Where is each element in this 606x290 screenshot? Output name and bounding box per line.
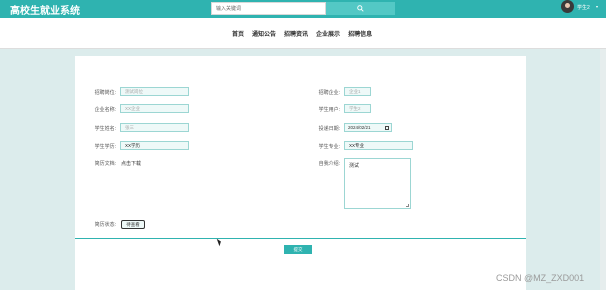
- label-submit-date: 投递日期:: [318, 126, 340, 132]
- label-education: 学生学历:: [94, 144, 116, 150]
- site-title: 高校生就业系统: [10, 6, 80, 17]
- top-bar: 高校生就业系统 学生2 ▾: [0, 0, 606, 18]
- nav-item-recruit-info[interactable]: 招聘信息: [348, 29, 372, 38]
- label-major: 学生专业:: [318, 144, 340, 150]
- watermark: CSDN @MZ_ZXD001: [496, 273, 585, 283]
- calendar-icon[interactable]: [385, 126, 389, 130]
- main-nav: 首页 通知公告 招聘资讯 企业展示 招聘信息: [0, 18, 606, 49]
- student-name-field[interactable]: [120, 123, 189, 132]
- label-resume-status: 简历状态:: [94, 222, 116, 228]
- label-hiring-company: 招聘企业:: [318, 90, 340, 96]
- avatar[interactable]: [561, 0, 574, 13]
- search-icon: [357, 5, 364, 12]
- nav-item-notices[interactable]: 通知公告: [252, 29, 276, 38]
- label-student-user: 学生用户:: [318, 107, 340, 113]
- label-student-name: 学生姓名:: [94, 126, 116, 132]
- hiring-company-field[interactable]: [344, 87, 371, 96]
- scrollbar[interactable]: [600, 49, 606, 290]
- nav-item-home[interactable]: 首页: [232, 29, 244, 38]
- nav-item-companies[interactable]: 企业展示: [316, 29, 340, 38]
- search-input[interactable]: [211, 2, 326, 15]
- self-intro-textarea[interactable]: 测试: [344, 158, 411, 209]
- label-company-name: 企业名称:: [94, 107, 116, 113]
- nav-item-recruit-news[interactable]: 招聘资讯: [284, 29, 308, 38]
- education-field[interactable]: [120, 141, 189, 150]
- student-user-field[interactable]: [344, 104, 371, 113]
- submit-button[interactable]: 提交: [284, 245, 312, 254]
- submit-date-value: 2024/02/21: [348, 125, 371, 130]
- resize-handle-icon[interactable]: [406, 204, 409, 207]
- resume-download-link[interactable]: 点击下载: [121, 160, 141, 167]
- label-job-position: 招聘岗位:: [94, 90, 116, 96]
- label-self-intro: 自我介绍:: [318, 161, 340, 167]
- company-name-field[interactable]: [120, 104, 189, 113]
- label-resume-doc: 简历文档:: [94, 161, 116, 167]
- search-button[interactable]: [326, 2, 395, 15]
- chevron-down-icon[interactable]: ▾: [596, 4, 598, 9]
- job-position-field[interactable]: [120, 87, 189, 96]
- major-field[interactable]: [344, 141, 413, 150]
- resume-status-button[interactable]: 待查看: [121, 220, 145, 229]
- submit-date-field[interactable]: 2024/02/21: [344, 123, 392, 132]
- self-intro-text: 测试: [349, 163, 360, 169]
- user-name[interactable]: 学生2: [577, 4, 590, 11]
